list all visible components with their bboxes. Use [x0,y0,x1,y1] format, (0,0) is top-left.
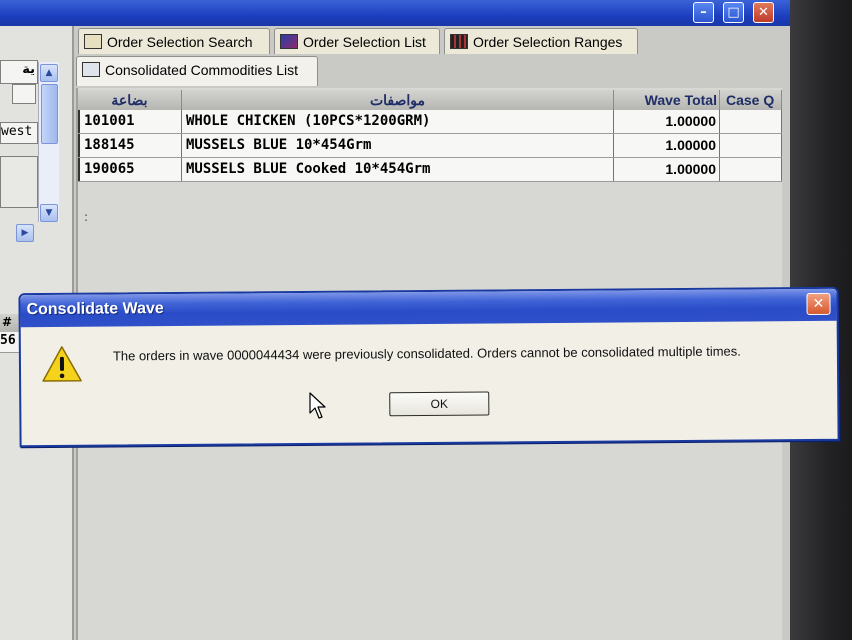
dialog-title-bar[interactable]: Consolidate Wave ✕ [20,288,837,328]
left-header-field: ية [0,60,38,84]
close-button[interactable]: ✕ [753,2,774,23]
list-chart-icon [280,34,298,49]
tab-consolidated-commodities-list[interactable]: Consolidated Commodities List [76,56,318,86]
consolidate-wave-dialog: Consolidate Wave ✕ The orders in wave 00… [18,286,840,448]
left-input-field[interactable] [12,84,36,104]
cell-item-code: 190065 [78,158,182,181]
left-grid-hash: # [2,315,13,329]
scroll-thumb[interactable] [41,84,58,144]
cell-wave-total: 1.00000 [614,134,720,157]
consolidate-icon [82,62,100,77]
cell-description: MUSSELS BLUE 10*454Grm [182,134,614,157]
table-row[interactable]: 190065 MUSSELS BLUE Cooked 10*454Grm 1.0… [78,158,782,182]
scroll-down-icon[interactable]: ▼ [40,204,58,222]
minimize-button[interactable]: – [693,2,714,23]
ranges-icon [450,34,468,49]
cell-case-qty [720,158,782,181]
cell-wave-total: 1.00000 [614,158,720,181]
tab-label: Order Selection List [303,34,426,50]
left-list-row[interactable]: west [0,122,38,144]
col-header-description[interactable]: مواصفات [182,90,614,110]
mouse-pointer-icon [309,392,326,419]
left-header-label: ية [22,62,35,77]
table-row[interactable]: 188145 MUSSELS BLUE 10*454Grm 1.00000 [78,134,782,158]
cell-description: WHOLE CHICKEN (10PCS*1200GRM) [182,110,614,133]
tab-order-selection-list[interactable]: Order Selection List [274,28,440,54]
stray-mark: : [84,210,89,224]
scroll-up-icon[interactable]: ▲ [40,64,58,82]
maximize-button[interactable]: □ [723,2,744,23]
warning-icon [42,346,82,382]
left-list-area [0,156,38,208]
left-grid-value: 56 [0,333,16,348]
scroll-right-icon[interactable]: ▶ [16,224,34,242]
col-header-wave-total[interactable]: Wave Total [614,90,720,110]
cell-wave-total: 1.00000 [614,110,720,133]
dialog-close-button[interactable]: ✕ [806,292,831,316]
left-scrollbar[interactable]: ▲ ▼ [38,62,59,222]
cell-description: MUSSELS BLUE Cooked 10*454Grm [182,158,614,181]
cell-item-code: 101001 [78,110,182,133]
tab-label: Order Selection Ranges [473,34,623,50]
left-list-text: west [1,124,33,139]
col-header-item[interactable]: بضاعة [78,90,182,110]
dialog-title: Consolidate Wave [26,300,164,319]
tab-label: Order Selection Search [107,34,253,50]
tab-order-selection-ranges[interactable]: Order Selection Ranges [444,28,638,54]
grid-header: بضاعة مواصفات Wave Total Case Q [78,90,782,111]
cell-case-qty [720,110,782,133]
table-row[interactable]: 101001 WHOLE CHICKEN (10PCS*1200GRM) 1.0… [78,110,782,134]
ok-button[interactable]: OK [389,391,490,417]
tab-order-selection-search[interactable]: Order Selection Search [78,28,270,54]
tab-label: Consolidated Commodities List [105,62,298,78]
search-list-icon [84,34,102,49]
cell-case-qty [720,134,782,157]
tab-strip: Order Selection Search Order Selection L… [74,28,790,90]
window-title-bar: – □ ✕ [0,0,790,26]
col-header-case-qty[interactable]: Case Q [720,90,782,110]
dialog-message: The orders in wave 0000044434 were previ… [112,343,741,364]
cell-item-code: 188145 [78,134,182,157]
